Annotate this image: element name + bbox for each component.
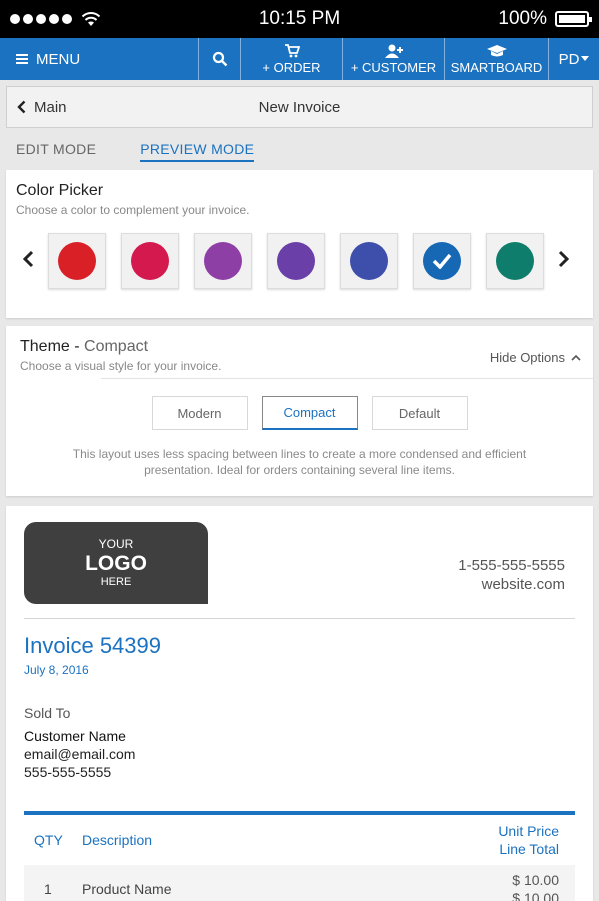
color-swatch[interactable]: [413, 233, 471, 289]
hamburger-icon: [16, 54, 28, 64]
row-line-total: $ 10.00: [512, 890, 559, 901]
logo-line-3: HERE: [100, 576, 132, 589]
cart-icon: [284, 44, 300, 58]
back-label: Main: [34, 98, 67, 116]
company-phone: 1-555-555-5555: [458, 557, 565, 574]
chevron-left-icon: [17, 100, 26, 114]
divider: [24, 618, 575, 619]
line-total-header: Line Total: [499, 841, 559, 857]
row-unit-price: $ 10.00: [512, 872, 559, 888]
color-swatch[interactable]: [340, 233, 398, 289]
add-order-button[interactable]: + ORDER: [240, 38, 342, 80]
color-circle: [204, 242, 242, 280]
menu-label: MENU: [36, 50, 81, 68]
hide-options-toggle[interactable]: Hide Options: [490, 350, 581, 365]
color-circle: [496, 242, 534, 280]
color-picker-card: Color Picker Choose a color to complemen…: [6, 170, 593, 318]
status-bar: 10:15 PM 100%: [0, 0, 599, 38]
invoice-title: Invoice 54399: [24, 633, 161, 658]
color-swatch[interactable]: [486, 233, 544, 289]
invoice-date: July 8, 2016: [24, 663, 89, 677]
menu-button[interactable]: MENU: [0, 38, 198, 80]
wifi-icon: [81, 12, 101, 26]
add-customer-label: + CUSTOMER: [350, 60, 437, 75]
customer-phone: 555-555-5555: [24, 764, 112, 780]
signal-indicator: [10, 11, 101, 27]
color-picker-subtitle: Choose a color to complement your invoic…: [16, 203, 250, 217]
color-circle: [131, 242, 169, 280]
logo-placeholder: YOUR LOGO HERE: [24, 522, 208, 604]
caret-down-icon: [581, 56, 590, 61]
color-picker-title: Color Picker: [16, 182, 104, 199]
price-header: Unit Price Line Total: [475, 822, 575, 858]
table-row: 1 Product Name $ 10.00 $ 10.00: [24, 865, 575, 901]
row-prices: $ 10.00 $ 10.00: [475, 871, 575, 901]
color-swatch[interactable]: [121, 233, 179, 289]
color-swatch[interactable]: [194, 233, 252, 289]
customer-name: Customer Name: [24, 728, 126, 744]
back-button[interactable]: Main: [7, 99, 67, 116]
hide-options-label: Hide Options: [489, 350, 565, 365]
row-description: Product Name: [82, 881, 172, 897]
unit-price-header: Unit Price: [498, 823, 559, 839]
theme-modern-button[interactable]: Modern: [151, 396, 248, 430]
theme-compact-button[interactable]: Compact: [261, 396, 358, 430]
search-button[interactable]: [198, 38, 240, 80]
add-customer-button[interactable]: + CUSTOMER: [342, 38, 444, 80]
chevron-left-icon: [22, 250, 34, 268]
profile-initials: PD: [558, 50, 580, 68]
qty-header: QTY: [34, 832, 63, 848]
breadcrumb: Main New Invoice: [6, 86, 593, 128]
company-contact: 1-555-555-5555 website.com: [458, 556, 565, 594]
color-circle: [277, 242, 315, 280]
line-items-header: QTY Description Unit Price Line Total: [24, 815, 575, 865]
invoice-preview: YOUR LOGO HERE 1-555-555-5555 website.co…: [6, 506, 593, 901]
top-nav: MENU + ORDER + CUSTOMER SMARTBOARD PD: [0, 38, 599, 80]
tab-edit-mode[interactable]: EDIT MODE: [16, 141, 96, 170]
graduation-cap-icon: [486, 45, 507, 57]
theme-current: Compact: [84, 338, 149, 355]
description-header: Description: [82, 832, 153, 848]
theme-card: Theme - Compact Choose a visual style fo…: [6, 326, 593, 496]
theme-description: This layout uses less spacing between li…: [72, 447, 527, 477]
next-colors-arrow[interactable]: [552, 248, 576, 274]
sold-to-block: Customer Name email@email.com 555-555-55…: [24, 727, 575, 781]
color-swatch[interactable]: [48, 233, 106, 289]
color-swatch[interactable]: [267, 233, 325, 289]
tab-preview-mode[interactable]: PREVIEW MODE: [140, 141, 255, 162]
color-swatch-list: [48, 233, 544, 289]
color-circle: [350, 242, 388, 280]
logo-line-2: LOGO: [85, 552, 147, 575]
chevron-right-icon: [558, 250, 570, 268]
mode-tabs: EDIT MODE PREVIEW MODE: [0, 128, 599, 170]
smartboard-label: SMARTBOARD: [450, 60, 543, 75]
row-qty: 1: [44, 881, 52, 897]
add-order-label: + ORDER: [262, 60, 321, 75]
checkmark-icon: [432, 253, 452, 269]
company-website: website.com: [481, 576, 565, 593]
customer-email: email@email.com: [24, 746, 136, 762]
chevron-up-icon: [571, 354, 581, 361]
previous-colors-arrow[interactable]: [16, 248, 40, 274]
battery-percent: 100%: [498, 8, 547, 29]
page-title: New Invoice: [258, 98, 341, 116]
color-circle: [58, 242, 96, 280]
profile-menu-button[interactable]: PD: [548, 38, 599, 80]
logo-line-1: YOUR: [98, 536, 134, 551]
smartboard-button[interactable]: SMARTBOARD: [444, 38, 548, 80]
divider: [101, 378, 593, 379]
sold-to-label: Sold To: [24, 705, 71, 721]
battery-icon: [555, 11, 592, 27]
theme-label: Theme: [20, 338, 70, 355]
add-user-icon: [384, 44, 403, 58]
search-icon: [212, 51, 227, 67]
color-circle: [423, 242, 461, 280]
theme-default-button[interactable]: Default: [371, 396, 468, 430]
